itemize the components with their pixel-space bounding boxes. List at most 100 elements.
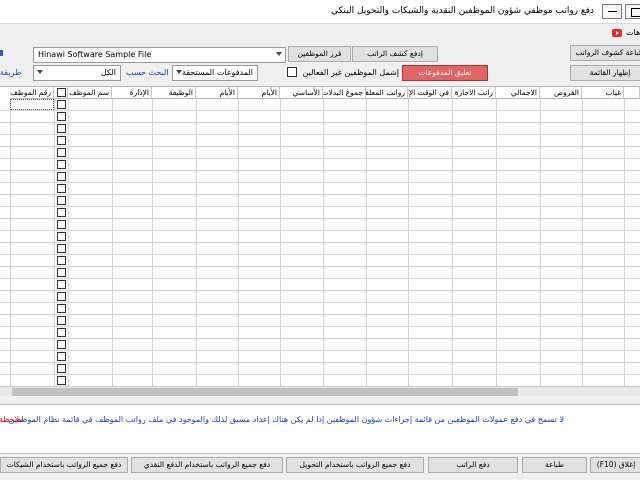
sort-employees-button[interactable]: فرز الموظفين <box>288 46 351 62</box>
close-button[interactable]: (F10) إغلاق <box>590 457 640 473</box>
due-payments-combo[interactable]: المدفوعات المستحقة <box>172 65 258 81</box>
table-row[interactable] <box>0 99 640 111</box>
table-row[interactable] <box>0 147 640 159</box>
row-checkbox[interactable] <box>57 208 66 217</box>
table-row[interactable] <box>0 159 640 171</box>
row-checkbox[interactable] <box>57 100 66 109</box>
row-checkbox[interactable] <box>57 136 66 145</box>
include-inactive-checkbox[interactable] <box>287 67 297 77</box>
cell-divider <box>540 111 541 122</box>
table-row[interactable] <box>0 375 640 386</box>
table-row[interactable] <box>0 171 640 183</box>
employees-grid[interactable]: رقم الموظف سم الموظف الإدارة الوظيفة الأيام ا… <box>0 86 640 386</box>
row-checkbox[interactable] <box>57 172 66 181</box>
table-row[interactable] <box>0 111 640 123</box>
column-header[interactable]: الاجمالي <box>496 87 540 99</box>
row-checkbox[interactable] <box>57 280 66 289</box>
pay-salary-button[interactable]: دفع الراتب <box>428 457 518 473</box>
row-checkbox[interactable] <box>57 124 66 133</box>
row-checkbox[interactable] <box>57 304 66 313</box>
all-filter-combo[interactable]: الكل <box>33 65 121 81</box>
table-row[interactable] <box>0 267 640 279</box>
column-header[interactable]: رقم الموظف <box>10 87 54 99</box>
cell-divider <box>280 147 281 158</box>
table-row[interactable] <box>0 279 640 291</box>
scrollbar-thumb[interactable] <box>12 388 518 396</box>
help-label[interactable]: هات <box>626 28 640 37</box>
print-payroll-reports-button[interactable]: طباعة كشوف الرواتب <box>570 45 640 61</box>
row-checkbox[interactable] <box>57 148 66 157</box>
row-checkbox[interactable] <box>57 160 66 169</box>
cell-divider <box>238 135 239 146</box>
table-row[interactable] <box>0 327 640 339</box>
column-header[interactable]: الأساسي <box>280 87 323 99</box>
row-checkbox[interactable] <box>57 268 66 277</box>
table-row[interactable] <box>0 135 640 147</box>
column-header[interactable]: الإدارة <box>112 87 152 99</box>
table-row[interactable] <box>0 315 640 327</box>
row-checkbox[interactable] <box>57 328 66 337</box>
row-checkbox[interactable] <box>57 112 66 121</box>
column-header[interactable]: جموع البدلات <box>323 87 366 99</box>
current-cell[interactable] <box>10 99 54 110</box>
select-all-header[interactable] <box>54 87 68 99</box>
column-header[interactable]: الأيام <box>238 87 280 99</box>
horizontal-scrollbar[interactable] <box>0 386 640 396</box>
column-header[interactable]: راتب الاجازة <box>452 87 496 99</box>
cell-divider <box>280 135 281 146</box>
cell-divider <box>452 231 453 242</box>
hold-payments-button[interactable]: تعليق المدفوعات <box>402 65 488 81</box>
column-header[interactable]: الوظيفة <box>152 87 196 99</box>
cell-divider <box>408 195 409 206</box>
table-row[interactable] <box>0 207 640 219</box>
row-checkbox[interactable] <box>57 352 66 361</box>
row-checkbox[interactable] <box>57 364 66 373</box>
row-checkbox[interactable] <box>57 376 66 385</box>
column-header[interactable]: رواتب المعلقة <box>366 87 408 99</box>
row-checkbox[interactable] <box>57 244 66 253</box>
column-header[interactable]: غياب <box>582 87 624 99</box>
table-row[interactable] <box>0 123 640 135</box>
column-header[interactable]: القروض <box>540 87 582 99</box>
pay-slip-button[interactable]: إدفع كشف الراتب <box>352 46 438 62</box>
table-row[interactable] <box>0 195 640 207</box>
table-row[interactable] <box>0 231 640 243</box>
minimize-button[interactable] <box>602 4 622 19</box>
column-header[interactable]: في الوقت الإضافي <box>408 87 452 99</box>
pay-all-cash-button[interactable]: دفع جميع الرواتب باستخدام الدفع النقدي <box>131 457 283 473</box>
table-row[interactable] <box>0 303 640 315</box>
row-checkbox[interactable] <box>57 292 66 301</box>
row-checkbox[interactable] <box>57 196 66 205</box>
row-checkbox[interactable] <box>57 340 66 349</box>
pay-all-cheque-button[interactable]: دفع جميع الرواتب باستخدام الشيكات <box>0 457 128 473</box>
table-row[interactable] <box>0 339 640 351</box>
cell-divider <box>323 255 324 266</box>
table-row[interactable] <box>0 183 640 195</box>
show-list-button[interactable]: إظهار القائمة <box>570 65 640 81</box>
row-checkbox[interactable] <box>57 184 66 193</box>
column-header[interactable]: سم الموظف <box>68 87 112 99</box>
row-checkbox[interactable] <box>57 316 66 325</box>
cell-divider <box>323 339 324 350</box>
table-row[interactable] <box>0 243 640 255</box>
row-checkbox[interactable] <box>57 220 66 229</box>
youtube-icon[interactable] <box>612 29 622 37</box>
column-header[interactable]: الأيام <box>196 87 238 99</box>
cell-divider <box>196 219 197 230</box>
pay-all-transfer-button[interactable]: دفع جميع الرواتب باستخدام التحويل <box>286 457 424 473</box>
chevron-down-icon <box>37 70 43 74</box>
cell-divider <box>582 279 583 290</box>
company-file-combo[interactable]: Hinawi Software Sample File <box>33 47 286 63</box>
table-row[interactable] <box>0 351 640 363</box>
table-row[interactable] <box>0 219 640 231</box>
cell-divider <box>238 207 239 218</box>
column-header[interactable] <box>624 87 640 99</box>
select-all-checkbox[interactable] <box>57 88 66 97</box>
table-row[interactable] <box>0 255 640 267</box>
table-row[interactable] <box>0 363 640 375</box>
maximize-button[interactable] <box>625 4 640 19</box>
row-checkbox[interactable] <box>57 256 66 265</box>
table-row[interactable] <box>0 291 640 303</box>
row-checkbox[interactable] <box>57 232 66 241</box>
print-button[interactable]: طباعة <box>522 457 587 473</box>
